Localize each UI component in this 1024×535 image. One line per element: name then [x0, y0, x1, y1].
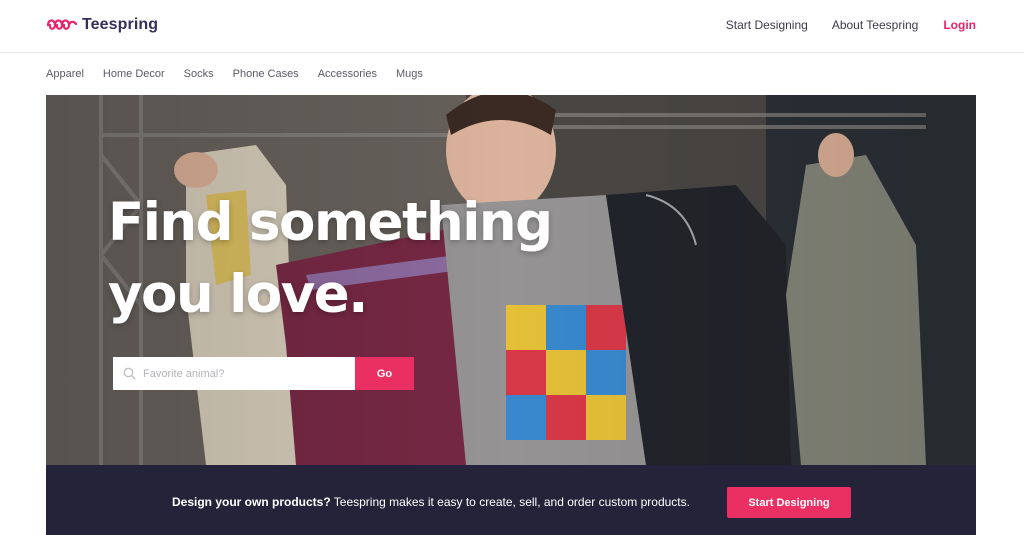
login-link[interactable]: Login: [943, 18, 976, 32]
design-banner: Design your own products? Teespring make…: [46, 465, 976, 535]
banner-description: Teespring makes it easy to create, sell,…: [330, 495, 690, 509]
category-home-decor[interactable]: Home Decor: [103, 68, 165, 80]
banner-bold-text: Design your own products?: [172, 495, 331, 509]
logo-text: Teespring: [82, 16, 159, 33]
about-link[interactable]: About Teespring: [832, 18, 919, 32]
hero-banner: Find something you love. Go: [46, 95, 976, 465]
category-accessories[interactable]: Accessories: [318, 68, 377, 80]
category-nav: Apparel Home Decor Socks Phone Cases Acc…: [46, 68, 442, 80]
site-header: Teespring Start Designing About Teesprin…: [0, 0, 1024, 53]
category-mugs[interactable]: Mugs: [396, 68, 423, 80]
top-nav: Start Designing About Teespring Login: [702, 18, 976, 32]
search-input[interactable]: [143, 367, 343, 380]
category-phone-cases[interactable]: Phone Cases: [233, 68, 299, 80]
hero-title-line-1: Find something: [108, 192, 553, 253]
search-box: [113, 357, 355, 390]
hero-search: Go: [113, 357, 414, 390]
hero-title: Find something you love.: [108, 187, 568, 331]
start-designing-link[interactable]: Start Designing: [726, 18, 808, 32]
start-designing-button[interactable]: Start Designing: [727, 487, 851, 518]
go-button[interactable]: Go: [355, 357, 414, 390]
hero-title-line-2: you love.: [108, 264, 368, 325]
category-apparel[interactable]: Apparel: [46, 68, 84, 80]
category-socks[interactable]: Socks: [184, 68, 214, 80]
banner-text: Design your own products? Teespring make…: [172, 495, 690, 509]
logo[interactable]: Teespring: [46, 16, 158, 34]
search-icon: [123, 367, 136, 380]
teespring-logo-icon: [46, 19, 78, 30]
